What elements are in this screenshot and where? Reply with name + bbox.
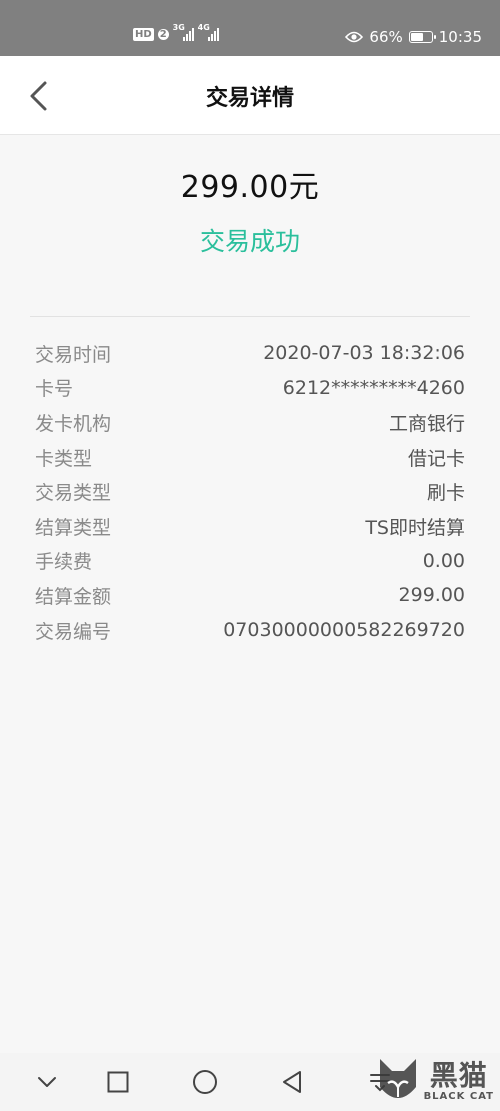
detail-label: 发卡机构 <box>35 412 112 435</box>
signal-icon: 3G <box>172 23 194 41</box>
detail-value: 借记卡 <box>407 447 465 470</box>
transaction-details: 交易时间 2020-07-03 18:32:06 卡号 6212********… <box>35 336 465 647</box>
detail-value: 工商银行 <box>388 412 465 435</box>
detail-row: 交易类型 刷卡 <box>35 474 465 509</box>
detail-row: 交易编号 07030000000582269720 <box>35 613 465 648</box>
triangle-back-icon <box>283 1071 301 1093</box>
circle-icon <box>193 1070 217 1094</box>
status-bar: HD 2 3G 4G 66% 10:35 <box>0 0 500 56</box>
detail-value: 6212*********4260 <box>282 376 465 399</box>
sim-number: 2 <box>157 28 169 40</box>
detail-label: 卡号 <box>35 378 74 401</box>
nav-collapse-button[interactable] <box>29 1064 65 1100</box>
header: 交易详情 <box>0 56 500 135</box>
signal-bar <box>213 31 216 41</box>
watermark-en: BLACK CAT <box>423 1091 494 1102</box>
detail-row: 卡号 6212*********4260 <box>35 371 465 406</box>
hd-badge: HD <box>133 27 154 41</box>
detail-row: 结算类型 TS即时结算 <box>35 509 465 544</box>
nav-back-button[interactable] <box>274 1064 310 1100</box>
detail-label: 手续费 <box>35 551 93 574</box>
network-type-label: 3G <box>172 23 185 32</box>
signal-bar <box>188 31 191 41</box>
signal-bar <box>216 28 219 41</box>
detail-label: 交易类型 <box>35 482 112 505</box>
nav-recents-button[interactable] <box>100 1064 136 1100</box>
eye-icon <box>345 31 364 43</box>
nav-home-button[interactable] <box>187 1064 223 1100</box>
chevron-down-icon <box>38 1077 56 1087</box>
page-title: 交易详情 <box>205 86 294 111</box>
signal-bar <box>210 34 213 41</box>
screen: HD 2 3G 4G 66% 10:35 交易详情 299.00元 交易成功 交… <box>0 0 500 1111</box>
cat-logo-icon <box>379 1059 416 1098</box>
signal-bar <box>182 37 185 41</box>
divider <box>30 316 470 317</box>
signal-icon: 4G <box>197 23 219 41</box>
transaction-status: 交易成功 <box>199 227 300 256</box>
transaction-amount: 299.00元 <box>180 170 320 205</box>
clock: 10:35 <box>438 28 482 46</box>
battery-fill <box>410 33 424 41</box>
status-bar-left: HD 2 3G 4G <box>133 23 219 41</box>
detail-label: 交易编号 <box>35 620 112 643</box>
signal-bar <box>191 28 194 41</box>
signal-bar <box>207 37 210 41</box>
network-type-label: 4G <box>197 23 210 32</box>
detail-label: 结算金额 <box>35 585 112 608</box>
detail-label: 交易时间 <box>35 343 112 366</box>
battery-icon <box>408 31 436 43</box>
square-icon <box>107 1071 129 1093</box>
watermark-cn: 黑猫 <box>429 1059 488 1092</box>
detail-value: TS即时结算 <box>365 516 465 539</box>
detail-row: 发卡机构 工商银行 <box>35 405 465 440</box>
detail-value: 刷卡 <box>426 482 465 505</box>
detail-row: 结算金额 299.00 <box>35 578 465 613</box>
detail-label: 结算类型 <box>35 516 112 539</box>
battery-percentage: 66% <box>369 28 403 46</box>
watermark: 黑猫 BLACK CAT <box>376 1057 494 1107</box>
watermark-text: 黑猫 BLACK CAT <box>424 1062 494 1102</box>
status-bar-right: 66% 10:35 <box>345 27 482 47</box>
detail-value: 07030000000582269720 <box>223 619 465 642</box>
detail-value: 0.00 <box>422 549 465 572</box>
detail-label: 卡类型 <box>35 447 93 470</box>
detail-row: 卡类型 借记卡 <box>35 440 465 475</box>
detail-row: 交易时间 2020-07-03 18:32:06 <box>35 336 465 371</box>
signal-bar <box>185 34 188 41</box>
detail-row: 手续费 0.00 <box>35 544 465 579</box>
detail-value: 2020-07-03 18:32:06 <box>263 342 465 365</box>
detail-value: 299.00 <box>398 584 465 607</box>
